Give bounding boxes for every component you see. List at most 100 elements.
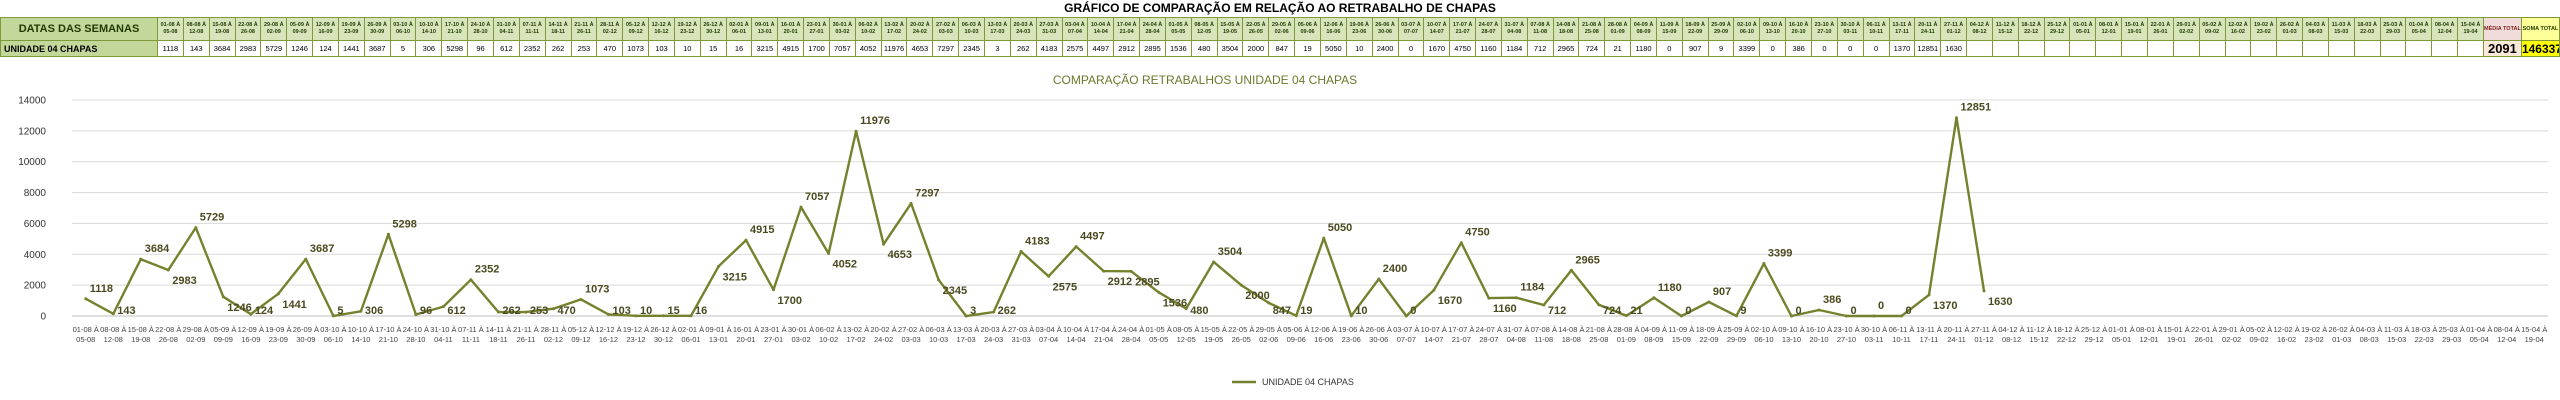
- x-tick-label: 02-01 À 06-01: [678, 325, 704, 344]
- x-tick-label: 30-01 À 03-02: [788, 325, 814, 344]
- x-tick-line: 12-12 À: [595, 325, 621, 334]
- week-header-cell: 29-01 À 02-02: [2172, 17, 2200, 41]
- week-header-cell: 19-12 À 23-12: [673, 17, 701, 41]
- x-tick-label: 11-12 À 15-12: [2026, 325, 2052, 344]
- x-tick-line: 12-08: [104, 335, 123, 344]
- x-tick-label: 30-10 À 03-11: [1861, 325, 1887, 344]
- x-tick-label: 21-11 À 26-11: [513, 325, 539, 344]
- data-point: [579, 297, 583, 301]
- week-value-cell: [2457, 40, 2484, 57]
- x-tick-line: 16-12: [599, 335, 618, 344]
- x-tick-line: 29-12: [2084, 335, 2103, 344]
- x-tick-label: 24-04 À 28-04: [1118, 325, 1144, 344]
- x-tick-line: 13-10: [1782, 335, 1801, 344]
- x-tick-line: 20-01: [736, 335, 755, 344]
- x-tick-line: 23-01 À: [760, 325, 786, 334]
- x-tick-label: 03-10 À 06-10: [320, 325, 346, 344]
- week-value-cell: 9: [1707, 40, 1735, 57]
- x-tick-line: 11-03 À: [2384, 325, 2410, 334]
- line-chart: COMPARAÇÃO RETRABALHOS UNIDADE 04 CHAPAS…: [18, 73, 2548, 387]
- x-tick-line: 02-06: [1259, 335, 1278, 344]
- x-tick-line: 01-01 À: [2108, 325, 2134, 334]
- x-tick-label: 28-11 À 02-12: [541, 325, 567, 344]
- x-tick-label: 05-12 À 09-12: [568, 325, 594, 344]
- x-tick-line: 28-08 À: [1613, 325, 1639, 334]
- data-point: [111, 312, 115, 316]
- x-tick-line: 20-10: [1809, 335, 1828, 344]
- week-value-cell: [2431, 40, 2459, 57]
- data-label: 907: [1713, 286, 1731, 298]
- x-tick-line: 27-11 À: [1971, 325, 1997, 334]
- x-tick-line: 28-04: [1122, 335, 1141, 344]
- data-point: [964, 314, 968, 318]
- week-header-cell: 22-08 À 26-08: [234, 17, 262, 41]
- x-tick-line: 26-08: [159, 335, 178, 344]
- x-tick-label: 25-03 À 29-03: [2439, 325, 2465, 344]
- data-label: 12851: [1961, 102, 1992, 114]
- data-label: 2895: [1135, 276, 1159, 288]
- week-value-cell: 3215: [751, 40, 779, 57]
- x-tick-line: 11-11: [462, 335, 480, 344]
- x-tick-line: 31-10 À: [430, 325, 456, 334]
- week-header-cell: 18-09 À 22-09: [1681, 17, 1709, 41]
- x-tick-line: 12-06 À: [1311, 325, 1337, 334]
- week-value-cell: 1160: [1475, 40, 1502, 57]
- x-tick-line: 01-09: [1617, 335, 1636, 344]
- data-label: 143: [117, 305, 135, 317]
- data-point: [1294, 314, 1298, 318]
- x-tick-line: 10-10 À: [348, 325, 374, 334]
- week-header-cell: 18-12 À 22-12: [2017, 17, 2045, 41]
- data-label: 9: [1740, 305, 1746, 317]
- y-tick-label: 0: [40, 312, 46, 323]
- week-value-cell: [1991, 40, 2019, 57]
- x-tick-label: 12-09 À 16-09: [238, 325, 264, 344]
- summary-table: DATAS DAS SEMANAS 01-08 À 05-08 08-08 À 1…: [0, 17, 2560, 57]
- week-header-cell: 03-07 À 07-07: [1397, 17, 1425, 41]
- soma-total-header: SOMA TOTAL: [2520, 17, 2560, 41]
- data-label: 4915: [750, 224, 774, 236]
- week-value-cell: 7297: [932, 40, 960, 57]
- x-tick-label: 26-09 À 30-09: [293, 325, 319, 344]
- media-total-header: MÉDIA TOTAL: [2482, 17, 2522, 41]
- data-label: 21: [1630, 305, 1642, 317]
- x-tick-label: 16-01 À 20-01: [733, 325, 759, 344]
- week-value-cell: 5729: [260, 40, 288, 57]
- week-value-cell: 11976: [880, 40, 908, 57]
- x-tick-label: 22-05 À 26-05: [1228, 325, 1254, 344]
- y-axis: 0 2000 4000 6000 8000 10000 12000 14000: [18, 96, 46, 323]
- x-tick-line: 05-01: [2112, 335, 2131, 344]
- x-tick-label: 17-04 À 21-04: [1091, 325, 1117, 344]
- x-tick-line: 06-01: [681, 335, 700, 344]
- x-tick-line: 10-07 À: [1421, 325, 1447, 334]
- week-value-cell: 143: [182, 40, 210, 57]
- x-tick-label: 20-11 À 24-11: [1944, 325, 1970, 344]
- x-tick-line: 18-08: [1562, 335, 1581, 344]
- week-value-cell: [2172, 40, 2200, 57]
- data-point: [496, 310, 500, 314]
- x-tick-line: 06-02 À: [815, 325, 841, 334]
- x-tick-label: 15-01 À 19-01: [2163, 325, 2189, 344]
- data-label: 1536: [1163, 297, 1187, 309]
- x-tick-line: 09-01 À: [705, 325, 731, 334]
- data-point: [1597, 303, 1601, 307]
- week-header-cell: 25-09 À 29-09: [1707, 17, 1735, 41]
- x-tick-line: 07-08 À: [1531, 325, 1557, 334]
- x-tick-line: 08-08 À: [100, 325, 126, 334]
- x-tick-line: 02-02: [2222, 335, 2241, 344]
- x-tick-line: 28-10: [406, 335, 425, 344]
- week-header-cell: 26-09 À 30-09: [363, 17, 391, 41]
- week-header-cell: 23-10 À 27-10: [1811, 17, 1838, 41]
- week-header-cell: 12-12 À 16-12: [648, 17, 675, 41]
- data-label: 1700: [778, 295, 802, 307]
- x-tick-line: 12-04: [2497, 335, 2516, 344]
- week-value-cell: 4653: [906, 40, 934, 57]
- week-header-cell: 27-11 À 01-12: [1940, 17, 1968, 41]
- media-total-value: 2091: [2482, 40, 2522, 57]
- x-tick-label: 12-02 À 16-02: [2274, 325, 2300, 344]
- x-tick-line: 02-12: [544, 335, 563, 344]
- week-value-cell: 1441: [337, 40, 365, 57]
- x-tick-line: 06-10: [1754, 335, 1773, 344]
- x-tick-line: 20-11 À: [1944, 325, 1970, 334]
- week-header-cell: 14-08 À 18-08: [1552, 17, 1580, 41]
- x-tick-label: 18-09 À 22-09: [1696, 325, 1722, 344]
